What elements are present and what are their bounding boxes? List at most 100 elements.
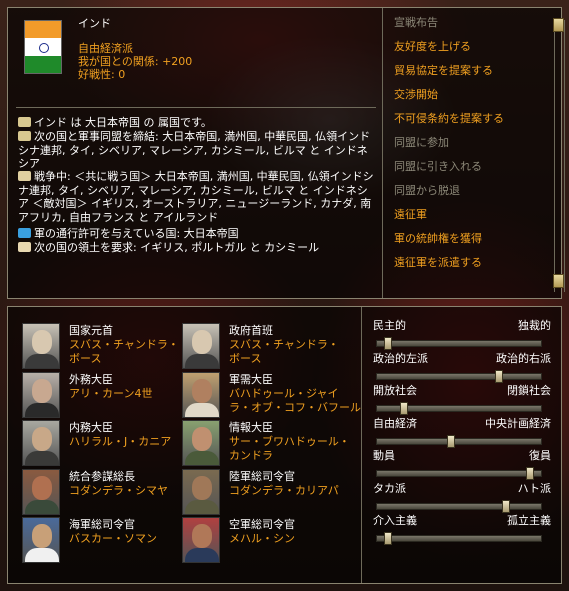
status-text: インド は 大日本帝国 の 属国です。 (34, 116, 212, 129)
status-text: 次の国の領土を要求: イギリス, ポルトガル と カシミール (34, 241, 320, 254)
menu-item[interactable]: 同盟に引き入れる (394, 160, 482, 174)
policy-right-label: 閉鎖社会 (507, 384, 551, 397)
menu-item[interactable]: 友好度を上げる (394, 40, 471, 54)
policy-slider-knob (399, 402, 408, 415)
status-text: 次の国と軍事同盟を締結: 大日本帝国, 満州国, 中華民国, 仏領インドシナ連邦… (18, 130, 371, 170)
india-flag-icon (24, 20, 62, 74)
minister-name[interactable]: バスカー・ソマン (69, 532, 157, 546)
minister-name-cont[interactable]: ラ・オブ・コフ・バフール (229, 401, 361, 415)
minister-name[interactable]: スバス・チャンドラ・ (229, 338, 339, 352)
policy-left-label: 民主的 (373, 319, 406, 332)
minister-portrait[interactable] (182, 323, 220, 369)
menu-scrollbar[interactable] (554, 20, 565, 292)
scroll-up-button[interactable] (553, 18, 564, 32)
minister-name[interactable]: メハル・シン (229, 532, 295, 546)
policy-right-label: 独裁的 (518, 319, 551, 332)
minister-portrait[interactable] (182, 371, 220, 418)
scroll-down-button[interactable] (553, 274, 564, 288)
minister-name[interactable]: スバス・チャンドラ・ (69, 338, 179, 352)
minister-name[interactable]: ハリラル・J・カニア (69, 435, 171, 449)
minister-title: 外務大臣 (69, 372, 113, 386)
minister-title: 空軍総司令官 (229, 518, 295, 531)
policy-slider-knob (526, 467, 535, 480)
minister-name[interactable]: コダンデラ・カリアパ (229, 484, 339, 498)
minister-name[interactable]: コダンデラ・シマヤ (69, 484, 168, 498)
policy-left-label: 介入主義 (373, 514, 417, 527)
alliance-icon (18, 131, 31, 141)
policy-left-label: タカ派 (373, 481, 406, 495)
country-info-panel: インド 自由経済派 我が国との関係: +200 好戦性: 0 インド は 大日本… (7, 7, 565, 299)
policy-right-label: 政治的右派 (496, 351, 551, 365)
menu-item[interactable]: 遠征軍を派遣する (394, 256, 482, 270)
policy-slider-knob (494, 369, 503, 383)
policy-right-label: ハト派 (517, 481, 551, 495)
puppet-icon (18, 117, 31, 127)
policy-slider-track (376, 535, 542, 542)
policy-right-label: 復員 (529, 449, 551, 462)
minister-portrait[interactable] (22, 323, 60, 369)
menu-item[interactable]: 宣戦布告 (394, 16, 438, 30)
menu-item[interactable]: 遠征軍 (394, 208, 427, 222)
minister-name-cont[interactable]: ボース (69, 352, 101, 366)
policy-left-label: 自由経済 (373, 416, 417, 430)
policy-slider-knob (383, 337, 392, 350)
country-name: インド (78, 17, 111, 30)
military-access-icon (18, 228, 31, 238)
menu-item[interactable]: 軍の統帥権を獲得 (394, 232, 482, 246)
panel-divider-bottom (361, 307, 362, 583)
minister-portrait[interactable] (22, 517, 60, 563)
menu-item[interactable]: 交渉開始 (394, 88, 438, 102)
diplomatic-status-line: 戦争中: ＜共に戦う国＞ 大日本帝国, 満州国, 中華民国, 仏領インドシナ連邦… (18, 170, 378, 224)
minister-portrait[interactable] (182, 420, 220, 466)
policy-slider-track (376, 470, 542, 477)
policy-left-label: 動員 (373, 449, 395, 462)
policy-slider-track (376, 437, 542, 445)
minister-title: 内務大臣 (69, 421, 113, 434)
diplomatic-status-line: インド は 大日本帝国 の 属国です。 (18, 116, 378, 130)
menu-item[interactable]: 不可侵条約を提案する (394, 112, 504, 126)
minister-portrait[interactable] (22, 371, 60, 418)
minister-name-cont[interactable]: カンドラ (229, 449, 273, 463)
minister-name-cont[interactable]: ボース (229, 352, 261, 366)
minister-title: 陸軍総司令官 (229, 469, 295, 483)
government-panel: 国家元首 スバス・チャンドラ・ ボース 政府首班 スバス・チャンドラ・ ボース 外務大臣 アリ… (7, 306, 562, 584)
minister-title: 海軍総司令官 (69, 518, 135, 531)
policy-slider-knob (447, 434, 456, 448)
status-text: 軍の通行許可を与えている国: 大日本帝国 (34, 227, 239, 240)
minister-name[interactable]: サー・ブワハドゥール・ (229, 435, 350, 449)
menu-item[interactable]: 貿易協定を提案する (394, 64, 493, 78)
relation-value: 我が国との関係: +200 (78, 55, 193, 68)
minister-title: 情報大臣 (229, 421, 273, 434)
menu-item[interactable]: 同盟から脱退 (394, 184, 460, 198)
policy-slider-track (376, 372, 542, 380)
diplomatic-status-line: 次の国と軍事同盟を締結: 大日本帝国, 満州国, 中華民国, 仏領インドシナ連邦… (18, 130, 378, 171)
minister-name[interactable]: バハドゥール・ジャイ (229, 387, 338, 401)
minister-title: 国家元首 (69, 324, 113, 337)
ideology: 自由経済派 (78, 42, 133, 55)
policy-slider-track (376, 502, 542, 510)
minister-title: 政府首班 (229, 324, 273, 337)
minister-portrait[interactable] (182, 468, 220, 515)
status-text: 戦争中: ＜共に戦う国＞ 大日本帝国, 満州国, 中華民国, 仏領インドシナ連邦… (18, 170, 374, 224)
minister-title: 軍需大臣 (229, 372, 273, 386)
minister-title: 統合参謀総長 (69, 469, 135, 483)
info-divider (16, 107, 376, 108)
minister-name[interactable]: アリ・カーン4世 (69, 387, 152, 401)
policy-slider-knob (502, 499, 511, 513)
policy-slider-track (376, 340, 542, 347)
panel-divider (382, 8, 383, 298)
policy-left-label: 政治的左派 (373, 351, 428, 365)
policy-slider-knob (383, 532, 392, 545)
diplomatic-status-line: 次の国の領土を要求: イギリス, ポルトガル と カシミール (18, 241, 378, 255)
policy-left-label: 開放社会 (373, 384, 417, 397)
minister-portrait[interactable] (22, 420, 60, 466)
minister-portrait[interactable] (182, 517, 220, 563)
belligerence-value: 好戦性: 0 (78, 68, 126, 81)
minister-portrait[interactable] (22, 468, 60, 515)
policy-right-label: 中央計画経済 (485, 416, 551, 430)
claim-icon (18, 242, 31, 252)
policy-right-label: 孤立主義 (507, 514, 551, 527)
menu-item[interactable]: 同盟に参加 (394, 136, 449, 150)
diplomatic-status-line: 軍の通行許可を与えている国: 大日本帝国 (18, 227, 378, 241)
war-icon (18, 171, 31, 181)
